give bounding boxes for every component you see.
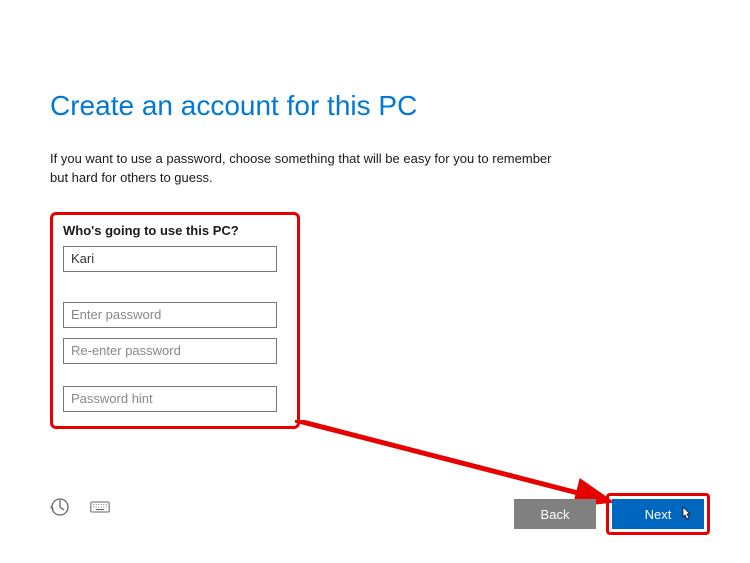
cursor-icon [680, 506, 692, 522]
account-form-highlight: Who's going to use this PC? [50, 212, 300, 429]
keyboard-icon[interactable] [90, 497, 110, 517]
password-input[interactable] [63, 302, 277, 328]
page-description: If you want to use a password, choose so… [50, 150, 570, 188]
username-label: Who's going to use this PC? [63, 223, 287, 238]
next-button[interactable]: Next [612, 499, 704, 529]
ease-of-access-icon[interactable] [50, 497, 70, 517]
password-hint-input[interactable] [63, 386, 277, 412]
repassword-input[interactable] [63, 338, 277, 364]
back-button[interactable]: Back [514, 499, 596, 529]
next-button-label: Next [645, 507, 672, 522]
username-input[interactable] [63, 246, 277, 272]
next-button-highlight: Next [606, 493, 710, 535]
footer-bar: Back Next [0, 493, 750, 533]
page-title: Create an account for this PC [50, 90, 700, 122]
